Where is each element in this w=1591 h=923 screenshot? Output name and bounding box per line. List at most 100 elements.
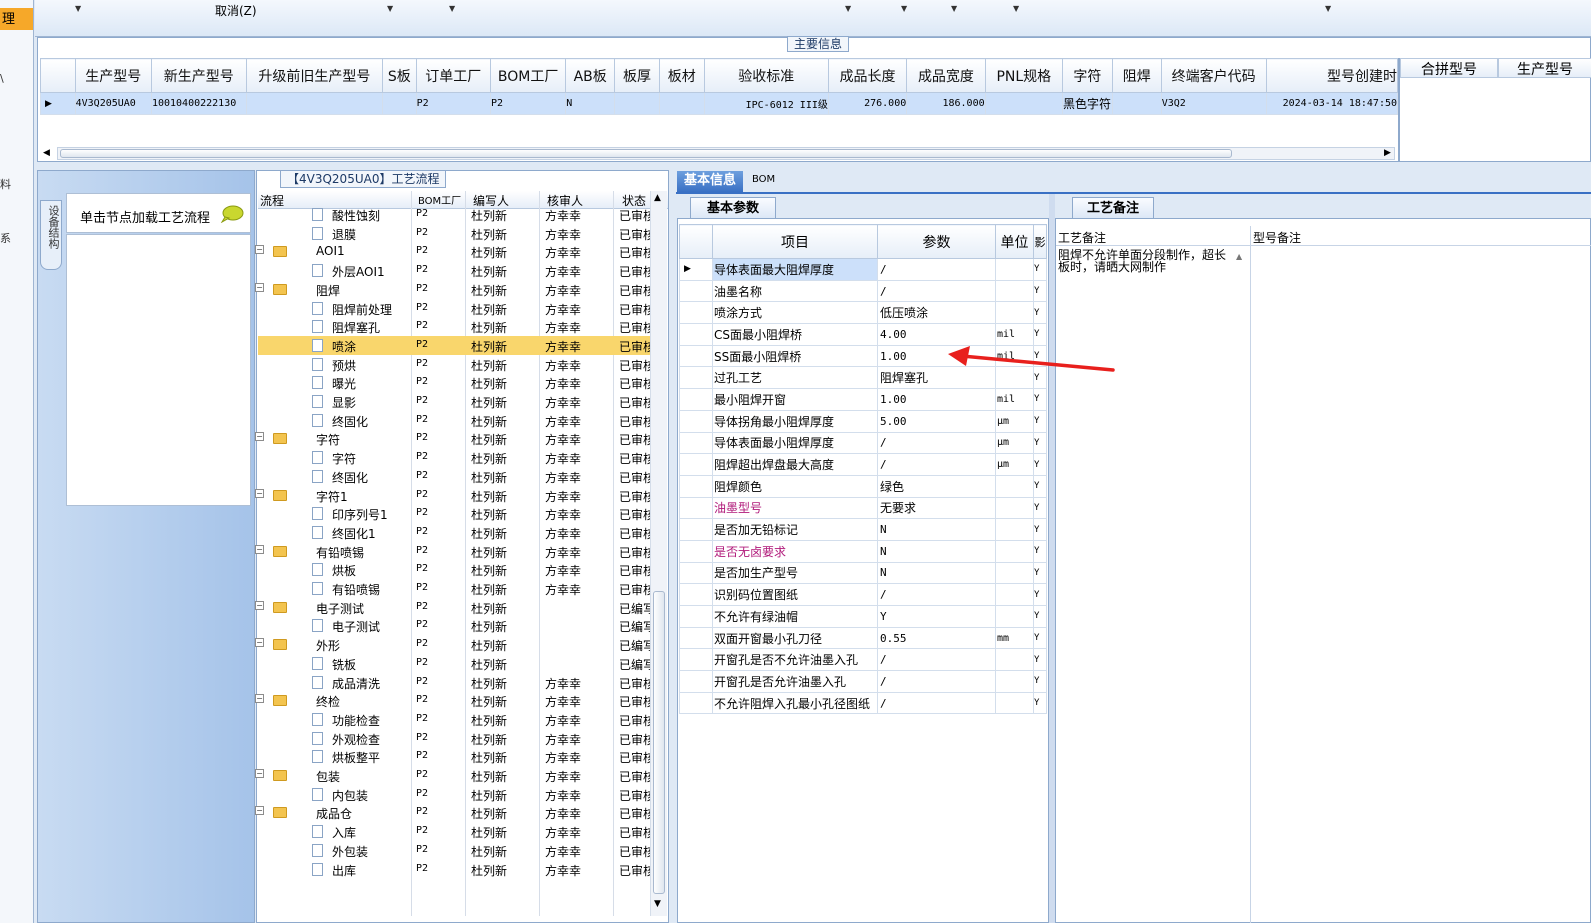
tree-row[interactable]: 终固化1 P2 杜列新 方幸幸 已审核 — [258, 523, 650, 542]
tree-row[interactable]: − 有铅喷锡 P2 杜列新 方幸幸 已审核 — [255, 542, 650, 561]
tree-row[interactable]: 喷涂 P2 杜列新 方幸幸 已审核 — [258, 335, 650, 355]
param-row[interactable]: 阻焊超出焊盘最大高度 / μm Y — [679, 453, 1047, 476]
scroll-up-icon[interactable]: ▲ — [654, 193, 661, 203]
dropdown-arrow-icon[interactable]: ▼ — [845, 4, 851, 13]
row-selector[interactable] — [679, 279, 713, 303]
collapse-toggle-icon[interactable]: − — [255, 769, 264, 778]
table-row[interactable]: ▶ 4V3Q205UA0 10010400222130 P2 P2 N IPC-… — [40, 92, 1399, 115]
row-selector[interactable] — [679, 539, 713, 563]
row-selector[interactable] — [679, 323, 713, 346]
tree-row[interactable]: − 阻焊 P2 杜列新 方幸幸 已审核 — [255, 280, 650, 299]
scrollbar-thumb[interactable] — [60, 149, 1232, 158]
col-header[interactable]: PNL规格 — [984, 58, 1063, 93]
table-cell[interactable]: 276.000 — [827, 92, 908, 115]
dropdown-arrow-icon[interactable]: ▼ — [951, 4, 957, 13]
dropdown-arrow-icon[interactable]: ▼ — [75, 4, 81, 13]
row-selector[interactable] — [679, 496, 713, 520]
tree-row[interactable]: 酸性蚀刻 P2 杜列新 方幸幸 已审核 — [258, 205, 650, 224]
param-row[interactable]: 是否加生产型号 N Y — [679, 561, 1047, 585]
param-value-cell[interactable]: N — [877, 539, 996, 563]
table-cell[interactable]: 黑色字符 — [1061, 92, 1113, 115]
process-note-text[interactable]: 阻焊不允许单面分段制作，超长板时，请晒大网制作 — [1058, 249, 1233, 273]
tree-row[interactable]: 外层AOI1 P2 杜列新 方幸幸 已审核 — [258, 261, 650, 280]
collapse-toggle-icon[interactable]: − — [255, 638, 264, 648]
param-value-cell[interactable]: / — [877, 453, 996, 476]
param-value-cell[interactable]: 低压喷涂 — [877, 301, 996, 325]
col-header[interactable]: 合拼型号 — [1400, 58, 1498, 78]
tree-row[interactable]: 阻焊前处理 P2 杜列新 方幸幸 已审核 — [258, 299, 650, 318]
tree-row[interactable]: 烘板 P2 杜列新 方幸幸 已审核 — [258, 560, 650, 579]
col-header[interactable]: AB板 — [565, 58, 616, 93]
tab-device-structure[interactable]: 设备结构 — [40, 200, 62, 270]
param-row[interactable]: ▶ 导体表面最大阻焊厚度 / Y — [679, 258, 1047, 281]
param-value-cell[interactable]: / — [877, 431, 996, 455]
nav-item-3[interactable]: 系 — [0, 230, 11, 246]
row-selector[interactable] — [679, 583, 713, 606]
param-row[interactable]: 阻焊颜色 绿色 Y — [679, 474, 1047, 498]
param-value-cell[interactable]: / — [877, 691, 996, 715]
tree-row[interactable]: − 包装 P2 杜列新 方幸幸 已审核 — [255, 766, 650, 785]
col-header[interactable]: 终端客户代码 — [1160, 58, 1267, 93]
tree-row[interactable]: 铣板 P2 杜列新 已编写 — [258, 654, 650, 673]
col-header[interactable]: S板 — [382, 58, 417, 93]
param-value-cell[interactable]: 0.55 — [877, 626, 996, 650]
tree-row[interactable]: 外包装 P2 杜列新 方幸幸 已审核 — [258, 841, 650, 860]
col-header[interactable]: BOM工厂 — [489, 58, 567, 93]
col-header[interactable]: 成品宽度 — [906, 58, 986, 93]
row-pointer-icon[interactable]: ▶ — [679, 258, 713, 281]
splitter-vertical[interactable] — [670, 170, 676, 923]
param-row[interactable]: 不允许阻焊入孔最小孔径图纸 / Y — [679, 691, 1047, 715]
col-header[interactable]: 参数 — [877, 224, 996, 259]
collapse-toggle-icon[interactable]: − — [255, 806, 264, 816]
row-selector[interactable] — [679, 561, 713, 585]
tab-main-info[interactable]: 主要信息 — [787, 36, 850, 52]
tree-row[interactable]: 终固化 P2 杜列新 方幸幸 已审核 — [258, 467, 650, 486]
dropdown-arrow-icon[interactable]: ▼ — [1013, 4, 1019, 13]
col-header[interactable]: 影 — [1033, 224, 1047, 259]
param-row[interactable]: 喷涂方式 低压喷涂 Y — [679, 301, 1047, 325]
col-header[interactable]: 生产型号 — [1498, 58, 1591, 78]
tree-row[interactable]: 烘板整平 P2 杜列新 方幸幸 已审核 — [258, 747, 650, 766]
tree-row[interactable]: 终固化 P2 杜列新 方幸幸 已审核 — [258, 411, 650, 430]
dropdown-arrow-icon[interactable]: ▼ — [449, 4, 455, 13]
param-value-cell[interactable]: 1.00 — [877, 388, 996, 411]
col-header[interactable]: 板材 — [658, 58, 705, 93]
dropdown-arrow-icon[interactable]: ▼ — [1325, 4, 1331, 13]
tree-row[interactable]: − AOI1 P2 杜列新 方幸幸 已审核 — [255, 242, 650, 261]
param-row[interactable]: 双面开窗最小孔刀径 0.55 mm Y — [679, 626, 1047, 650]
tree-row[interactable]: 字符 P2 杜列新 方幸幸 已审核 — [258, 448, 650, 467]
param-value-cell[interactable]: / — [877, 648, 996, 672]
scroll-up-icon[interactable]: ▲ — [1236, 252, 1242, 261]
table-cell[interactable] — [245, 92, 384, 115]
param-row[interactable]: 是否加无铅标记 N Y — [679, 518, 1047, 541]
row-selector[interactable] — [679, 626, 713, 650]
col-header[interactable]: 验收标准 — [703, 58, 829, 93]
col-header[interactable]: 生产型号 — [74, 58, 152, 93]
tree-row[interactable]: − 电子测试 P2 杜列新 已编写 — [255, 598, 650, 617]
nav-item-2[interactable]: 料 — [0, 176, 11, 192]
col-header[interactable]: 字符 — [1061, 58, 1113, 93]
tree-row[interactable]: 入库 P2 杜列新 方幸幸 已审核 — [258, 822, 650, 841]
table-cell[interactable] — [382, 92, 417, 115]
collapse-toggle-icon[interactable]: − — [255, 488, 264, 498]
row-selector[interactable] — [679, 670, 713, 693]
param-row[interactable]: 开窗孔是否不允许油墨入孔 / Y — [679, 648, 1047, 672]
device-tree-area[interactable] — [66, 234, 251, 506]
tree-row[interactable]: 出库 P2 杜列新 方幸幸 已审核 — [258, 860, 650, 879]
row-selector[interactable] — [679, 431, 713, 455]
table-cell[interactable] — [984, 92, 1063, 115]
param-row[interactable]: 识别码位置图纸 / Y — [679, 583, 1047, 606]
table-cell[interactable]: 4V3Q205UA0 — [74, 92, 152, 115]
collapse-toggle-icon[interactable]: − — [255, 432, 264, 442]
row-selector[interactable] — [679, 474, 713, 498]
tree-row[interactable]: − 成品仓 P2 杜列新 方幸幸 已审核 — [255, 803, 650, 822]
param-value-cell[interactable]: / — [877, 583, 996, 606]
tree-row[interactable]: 有铅喷锡 P2 杜列新 方幸幸 已审核 — [258, 579, 650, 598]
vertical-scrollbar[interactable]: ▲ ▼ — [650, 191, 667, 916]
col-header[interactable]: 板厚 — [614, 58, 660, 93]
scroll-left-icon[interactable]: ◀ — [43, 148, 50, 158]
tree-row[interactable]: 内包装 P2 杜列新 方幸幸 已审核 — [258, 785, 650, 804]
scrollbar-thumb[interactable] — [653, 591, 665, 894]
tree-row[interactable]: 显影 P2 杜列新 方幸幸 已审核 — [258, 392, 650, 411]
tree-row[interactable]: − 字符1 P2 杜列新 方幸幸 已审核 — [255, 486, 650, 505]
